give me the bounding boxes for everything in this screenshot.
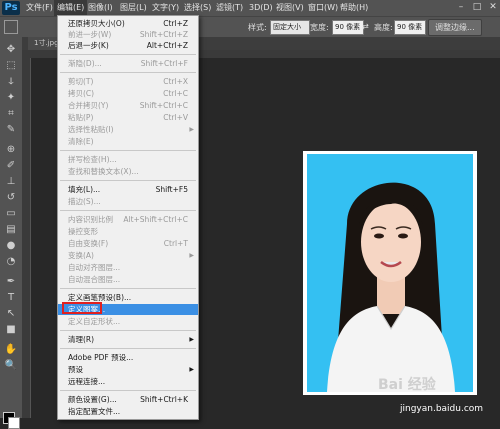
menu-image[interactable]: 图像(I) [88,0,113,16]
submenu-arrow-icon: ▶ [189,252,194,259]
tools-panel: ✥ ⬚ ↆ ✦ ⌗ ✎ ⊕ ✐ ⊥ ↺ ▭ ▤ ● ◔ ✒ T ↖ ■ ✋ 🔍 [0,37,23,429]
menu-item-find-replace[interactable]: 查找和替换文本(X)... [58,166,198,177]
submenu-arrow-icon: ▶ [189,366,194,373]
portrait-photo [307,154,473,392]
gradient-icon[interactable]: ▤ [4,223,18,236]
menu-item-fill[interactable]: 填充(L)... Shift+F5 [58,184,198,195]
menu-item-step-backward[interactable]: 后退一步(K) Alt+Ctrl+Z [58,40,198,51]
path-selection-icon[interactable]: ↖ [4,307,18,320]
menu-item-copy[interactable]: 拷贝(C) Ctrl+C [58,88,198,99]
menu-item-copy-merged[interactable]: 合并拷贝(Y) Shift+Ctrl+C [58,100,198,111]
minimize-icon[interactable]: – [456,2,466,12]
menu-item-step-forward[interactable]: 前进一步(W) Shift+Ctrl+Z [58,29,198,40]
background-color-swatch[interactable] [8,417,20,429]
menu-edit[interactable]: 编辑(E) [54,0,88,16]
shape-icon[interactable]: ■ [4,323,18,336]
menu-item-pdf-presets[interactable]: Adobe PDF 预设... [58,352,198,363]
crop-icon[interactable]: ⌗ [4,107,18,120]
photoshop-logo: Ps [2,1,20,15]
annotation-highlight-box [62,302,102,314]
menu-separator [60,54,196,55]
menu-filter[interactable]: 滤镜(T) [216,0,243,16]
menu-item-undo[interactable]: 还原拷贝大小(O) Ctrl+Z [58,18,198,29]
menu-layer[interactable]: 图层(L) [120,0,147,16]
style-label: 样式: [248,23,267,32]
menu-item-auto-blend[interactable]: 自动混合图层... [58,274,198,285]
menu-item-purge[interactable]: 清理(R) ▶ [58,334,198,345]
vertical-ruler [22,58,31,418]
zoom-icon[interactable]: 🔍 [4,359,18,372]
menu-item-free-transform[interactable]: 自由变换(F) Ctrl+T [58,238,198,249]
style-select[interactable]: 固定大小 [270,20,310,35]
document-image[interactable] [303,151,477,395]
portrait-drawing [327,182,455,392]
baidu-watermark: Bai 经验 [378,377,436,393]
marquee-tool-icon[interactable] [4,20,18,34]
history-brush-icon[interactable]: ↺ [4,191,18,204]
menu-item-color-settings[interactable]: 颜色设置(G)... Shift+Ctrl+K [58,394,198,405]
height-field[interactable]: 90 像素 [394,20,426,35]
type-icon[interactable]: T [4,291,18,304]
menu-help[interactable]: 帮助(H) [340,0,368,16]
watermark-site: jingyan.baidu.com [400,404,484,414]
menu-separator [60,210,196,211]
close-icon[interactable]: ✕ [488,2,498,12]
menu-item-stroke[interactable]: 描边(S)... [58,196,198,207]
submenu-arrow-icon: ▶ [189,126,194,133]
eyedropper-icon[interactable]: ✎ [4,123,18,136]
menu-item-remote-connections[interactable]: 远程连接... [58,376,198,387]
submenu-arrow-icon: ▶ [189,336,194,343]
dodge-icon[interactable]: ◔ [4,255,18,268]
menu-item-fade[interactable]: 渐隐(D)... Shift+Ctrl+F [58,58,198,69]
menu-item-paste-special[interactable]: 选择性粘贴(I) ▶ [58,124,198,135]
eraser-icon[interactable]: ▭ [4,207,18,220]
width-field[interactable]: 90 像素 [332,20,364,35]
menu-select[interactable]: 选择(S) [184,0,211,16]
brush-icon[interactable]: ✐ [4,159,18,172]
menu-view[interactable]: 视图(V) [276,0,304,16]
magic-wand-icon[interactable]: ✦ [4,91,18,104]
menu-item-spell-check[interactable]: 拼写检查(H)... [58,154,198,165]
menu-item-define-shape[interactable]: 定义自定形状... [58,316,198,327]
menu-item-transform[interactable]: 变换(A) ▶ [58,250,198,261]
menu-item-auto-align[interactable]: 自动对齐图层... [58,262,198,273]
window-controls: – □ ✕ [450,2,498,12]
height-label: 高度: [374,23,393,32]
menu-separator [60,330,196,331]
marquee-icon[interactable]: ⬚ [4,59,18,72]
blur-icon[interactable]: ● [4,239,18,252]
edit-menu: 还原拷贝大小(O) Ctrl+Z 前进一步(W) Shift+Ctrl+Z 后退一步… [57,15,199,420]
menu-separator [60,348,196,349]
menu-item-cut[interactable]: 剪切(T) Ctrl+X [58,76,198,87]
width-label: 宽度: [310,23,329,32]
clone-stamp-icon[interactable]: ⊥ [4,175,18,188]
maximize-icon[interactable]: □ [472,2,482,12]
menu-window[interactable]: 窗口(W) [308,0,338,16]
pen-icon[interactable]: ✒ [4,275,18,288]
move-tool-icon[interactable]: ✥ [4,43,18,56]
menu-separator [60,288,196,289]
menu-3d[interactable]: 3D(D) [249,0,273,16]
menu-separator [60,150,196,151]
hand-icon[interactable]: ✋ [4,343,18,356]
menu-item-puppet-warp[interactable]: 操控变形 [58,226,198,237]
menu-file[interactable]: 文件(F) [26,0,53,16]
menu-bar: Ps 文件(F) 编辑(E) 图像(I) 图层(L) 文字(Y) 选择(S) 滤… [0,0,500,16]
menu-item-assign-profile[interactable]: 指定配置文件... [58,406,198,417]
menu-type[interactable]: 文字(Y) [152,0,179,16]
lasso-icon[interactable]: ↆ [4,75,18,88]
menu-item-clear[interactable]: 清除(E) [58,136,198,147]
healing-brush-icon[interactable]: ⊕ [4,143,18,156]
refine-edge-button[interactable]: 调整边缘... [428,19,482,36]
swap-icon[interactable]: ⇄ [362,22,369,31]
menu-item-paste[interactable]: 粘贴(P) Ctrl+V [58,112,198,123]
menu-separator [60,180,196,181]
menu-separator [60,72,196,73]
menu-item-presets[interactable]: 预设 ▶ [58,364,198,375]
menu-separator [60,390,196,391]
menu-item-content-aware-scale[interactable]: 内容识别比例 Alt+Shift+Ctrl+C [58,214,198,225]
